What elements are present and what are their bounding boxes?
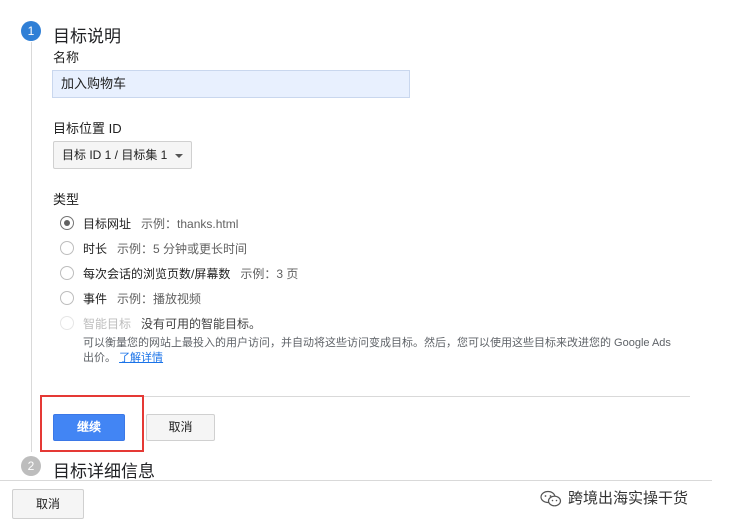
option-example: 示例：thanks.html [141, 217, 239, 231]
chevron-down-icon [175, 153, 184, 158]
goal-slot-value: 目标 ID 1 / 目标集 1 [62, 148, 168, 162]
option-example: 没有可用的智能目标。 [141, 317, 262, 331]
step-connector-line [31, 42, 32, 452]
learn-more-link[interactable]: 了解详情 [119, 352, 163, 364]
radio-icon[interactable] [60, 266, 74, 280]
option-label: 目标网址 [83, 217, 132, 231]
goal-slot-dropdown[interactable]: 目标 ID 1 / 目标集 1 [53, 141, 193, 169]
smart-goal-description-text: 可以衡量您的网站上最投入的用户访问，并自动将这些访问变成目标。然后，您可以使用这… [83, 337, 671, 364]
name-input[interactable]: 加入购物车 [52, 70, 410, 98]
option-example: 示例：播放视频 [117, 292, 202, 306]
option-label: 每次会话的浏览页数/屏幕数 [83, 267, 231, 281]
radio-disabled-icon [60, 316, 74, 330]
option-example: 示例：3 页 [240, 267, 299, 281]
watermark-text: 跨境出海实操干货 [568, 490, 689, 507]
step-2-title[interactable]: 目标详细信息 [53, 457, 155, 482]
option-label: 事件 [83, 292, 108, 306]
smart-goal-description: 可以衡量您的网站上最投入的用户访问，并自动将这些访问变成目标。然后，您可以使用这… [83, 336, 683, 366]
goal-slot-label: 目标位置 ID [53, 121, 122, 136]
footer-divider [0, 480, 712, 481]
highlight-box [40, 395, 144, 452]
wechat-icon [540, 490, 562, 507]
step-1-title: 目标说明 [53, 27, 121, 46]
step-2-badge: 2 [21, 456, 41, 476]
radio-icon[interactable] [60, 241, 74, 255]
radio-icon[interactable] [60, 291, 74, 305]
cancel-button[interactable]: 取消 [146, 414, 215, 441]
option-label: 智能目标 [83, 317, 132, 331]
option-example: 示例：5 分钟或更长时间 [117, 242, 248, 256]
option-label: 时长 [83, 242, 108, 256]
bottom-cancel-button[interactable]: 取消 [12, 489, 84, 519]
watermark: 跨境出海实操干货 [540, 487, 688, 511]
radio-checked-icon[interactable] [60, 216, 74, 230]
name-label: 名称 [53, 50, 80, 65]
step-1-badge: 1 [21, 21, 41, 41]
type-label: 类型 [53, 192, 80, 207]
